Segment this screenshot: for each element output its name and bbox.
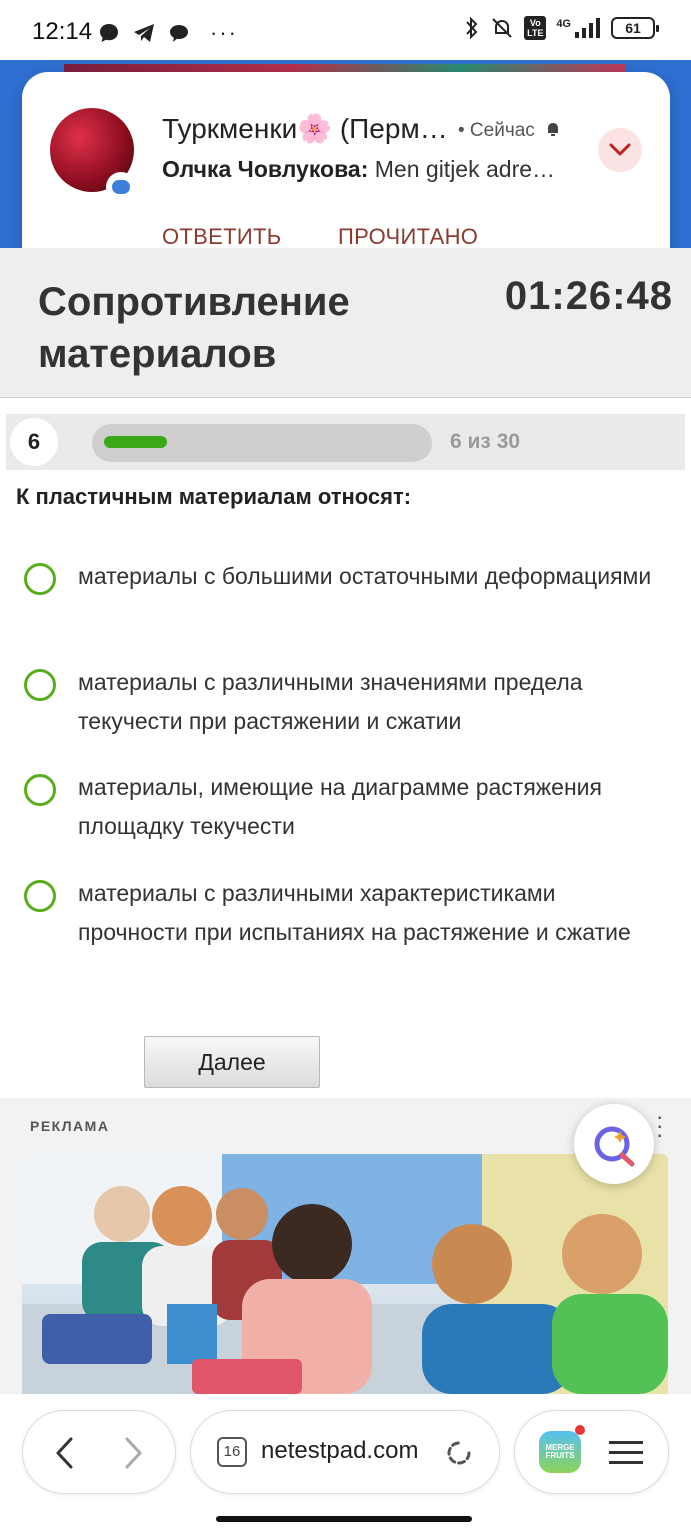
history-nav-pill xyxy=(22,1410,176,1494)
answer-option-label[interactable]: материалы с различными значениями предел… xyxy=(78,663,668,741)
ai-search-icon xyxy=(594,1126,635,1167)
status-bar: 12:14 ··· Vo LTE 4G 61 xyxy=(0,0,691,64)
ad-image[interactable] xyxy=(22,1154,668,1394)
more-vertical-icon[interactable]: · · · xyxy=(656,1106,663,1146)
status-right: Vo LTE 4G 61 xyxy=(464,16,659,40)
notification-app-badge-icon xyxy=(106,172,136,202)
radio-button[interactable] xyxy=(24,774,56,806)
signal-icon xyxy=(575,18,600,38)
notification-sender: Олчка Човлукова: xyxy=(162,156,369,182)
hamburger-menu-icon[interactable] xyxy=(609,1439,643,1467)
volte-icon: Vo LTE xyxy=(524,16,547,40)
countdown-timer: 01:26:48 xyxy=(504,274,673,318)
back-arrow-icon[interactable] xyxy=(53,1437,77,1469)
bluetooth-icon xyxy=(466,16,478,40)
test-header: Сопротивление материалов 01:26:48 xyxy=(0,248,691,398)
progress-row: 6 6 из 30 xyxy=(6,414,685,470)
progress-bar-fill xyxy=(104,436,167,448)
answer-option[interactable]: материалы с большими остаточными деформа… xyxy=(24,563,664,633)
message-icon xyxy=(170,25,188,42)
mute-icon xyxy=(492,18,513,38)
notification-dot-icon xyxy=(575,1425,585,1435)
progress-label: 6 из 30 xyxy=(450,430,521,453)
answer-option[interactable]: материалы с различными значениями предел… xyxy=(24,669,664,739)
reply-button[interactable]: ОТВЕТИТЬ xyxy=(162,224,281,250)
next-button[interactable]: Далее xyxy=(144,1036,320,1088)
menu-pill: MERGE FRUITS xyxy=(514,1410,669,1494)
radio-button[interactable] xyxy=(24,880,56,912)
game-app-icon[interactable]: MERGE FRUITS xyxy=(539,1431,581,1473)
bell-muted-icon xyxy=(548,123,559,136)
reload-icon[interactable] xyxy=(443,1437,475,1469)
notification-time: • Сейчас xyxy=(458,120,562,142)
url-text[interactable]: netestpad.com xyxy=(261,1437,418,1465)
question-number-badge: 6 xyxy=(10,418,58,466)
notification-text: Men gitjek adre… xyxy=(368,156,556,182)
chevron-down-icon[interactable] xyxy=(598,128,642,172)
chat-bubble-icon xyxy=(100,24,118,42)
ad-label: РЕКЛАМА xyxy=(30,1118,110,1134)
address-bar[interactable]: 16 netestpad.com xyxy=(190,1410,500,1494)
more-dots-icon: ··· xyxy=(210,20,238,45)
notification-title: Туркменки🌸 (Перм… xyxy=(162,113,448,144)
home-indicator[interactable] xyxy=(216,1516,472,1522)
status-notification-icons: ··· xyxy=(98,20,238,46)
progress-bar xyxy=(92,424,432,462)
page-title: Сопротивление материалов xyxy=(38,280,350,376)
answer-option-label[interactable]: материалы с различными характеристиками … xyxy=(78,874,668,952)
battery-icon: 61 xyxy=(611,17,659,39)
mark-read-button[interactable]: ПРОЧИТАНО xyxy=(338,224,478,250)
telegram-icon xyxy=(134,24,154,42)
radio-button[interactable] xyxy=(24,563,56,595)
status-time: 12:14 xyxy=(32,18,93,45)
question-text: К пластичным материалам относят: xyxy=(16,484,412,509)
answer-option[interactable]: материалы с различными характеристиками … xyxy=(24,880,664,990)
network-type: 4G xyxy=(556,18,601,38)
browser-toolbar: 16 netestpad.com MERGE FRUITS xyxy=(0,1394,691,1536)
answer-option-label[interactable]: материалы с большими остаточными деформа… xyxy=(78,557,668,596)
tab-count-icon[interactable]: 16 xyxy=(217,1437,247,1467)
answer-option[interactable]: материалы, имеющие на диаграмме растяжен… xyxy=(24,774,664,844)
radio-button[interactable] xyxy=(24,669,56,701)
ai-assistant-button[interactable] xyxy=(574,1104,654,1184)
forward-arrow-icon[interactable] xyxy=(121,1437,145,1469)
notification-message: Олчка Човлукова: Men gitjek adre… xyxy=(162,156,555,183)
answer-option-label[interactable]: материалы, имеющие на диаграмме растяжен… xyxy=(78,768,668,846)
